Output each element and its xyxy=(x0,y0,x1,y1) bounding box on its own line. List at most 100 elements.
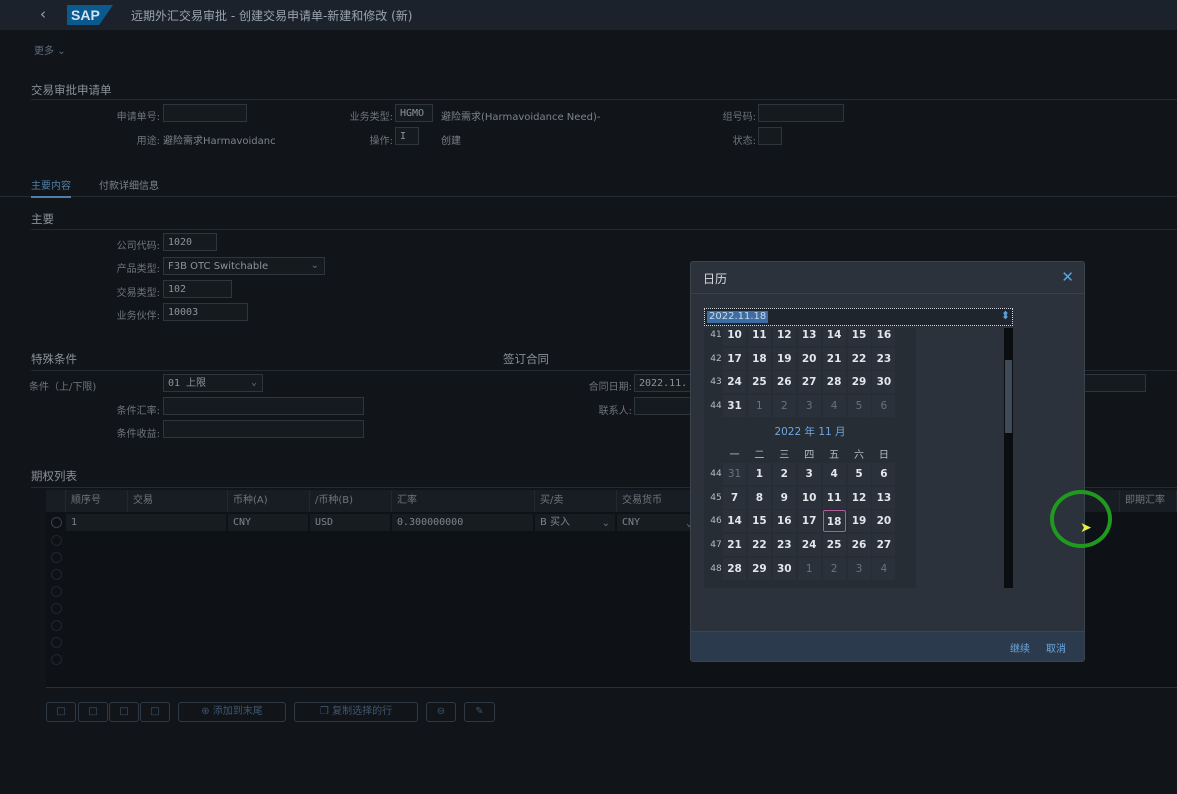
calendar-day[interactable]: 30 xyxy=(772,557,796,580)
calendar-day[interactable]: 2 xyxy=(772,463,796,485)
calendar-day[interactable]: 18 xyxy=(822,510,846,533)
calendar-day[interactable]: 11 xyxy=(747,328,771,346)
cond-rate-input[interactable] xyxy=(163,397,364,415)
calendar-day[interactable]: 2 xyxy=(772,395,796,418)
row-select-radio[interactable] xyxy=(51,603,62,614)
cancel-button[interactable]: 取消 xyxy=(1046,640,1066,655)
calendar-day[interactable]: 4 xyxy=(822,395,846,418)
calendar-day[interactable]: 3 xyxy=(847,557,871,580)
calendar-day[interactable]: 20 xyxy=(797,347,821,370)
more-menu[interactable]: 更多 ⌄ xyxy=(34,42,66,57)
product-select[interactable]: F3B OTC Switchable ⌄ xyxy=(163,257,325,275)
back-chevron-icon[interactable]: ‹ xyxy=(40,5,46,23)
calendar-day[interactable]: 29 xyxy=(747,557,771,580)
condition-select[interactable]: 01 上限 ⌄ xyxy=(163,374,263,392)
contract-date-input[interactable]: 2022.11. xyxy=(634,374,694,392)
calendar-scrollbar[interactable] xyxy=(1004,328,1013,588)
calendar-day[interactable]: 1 xyxy=(747,463,771,485)
calendar-day[interactable]: 3 xyxy=(797,463,821,485)
calendar-day[interactable]: 15 xyxy=(747,510,771,533)
cond-yield-input[interactable] xyxy=(163,420,364,438)
calendar-day[interactable]: 19 xyxy=(772,347,796,370)
calendar-day[interactable]: 28 xyxy=(723,557,746,580)
calendar-day[interactable]: 17 xyxy=(723,347,746,370)
calendar-day[interactable]: 4 xyxy=(822,463,846,485)
move-bottom-button[interactable]: □ xyxy=(140,702,170,722)
calendar-day[interactable]: 17 xyxy=(797,510,821,533)
calendar-day[interactable]: 25 xyxy=(822,534,846,557)
calendar-day[interactable]: 14 xyxy=(723,510,746,533)
calendar-day[interactable]: 3 xyxy=(797,395,821,418)
calendar-day[interactable]: 28 xyxy=(822,371,846,394)
calendar-day[interactable]: 7 xyxy=(723,486,746,509)
cell-rate[interactable]: 0.300000000 xyxy=(392,514,533,531)
cell-trade-ccy[interactable]: CNY ⌄ xyxy=(617,514,697,531)
group-no-input[interactable] xyxy=(758,104,844,122)
calendar-day[interactable]: 26 xyxy=(847,534,871,557)
calendar-day[interactable]: 6 xyxy=(872,463,896,485)
calendar-day[interactable]: 27 xyxy=(797,371,821,394)
row-select-radio[interactable] xyxy=(51,569,62,580)
calendar-day[interactable]: 16 xyxy=(772,510,796,533)
contact-input[interactable] xyxy=(634,397,694,415)
calendar-day[interactable]: 18 xyxy=(747,347,771,370)
close-icon[interactable]: ✕ xyxy=(1061,268,1074,286)
tab-payment-details[interactable]: 付款详细信息 xyxy=(99,177,159,192)
calendar-day[interactable]: 5 xyxy=(847,395,871,418)
row-select-radio[interactable] xyxy=(51,620,62,631)
calendar-day[interactable]: 25 xyxy=(747,371,771,394)
row-select-radio[interactable] xyxy=(51,586,62,597)
row-select-radio[interactable] xyxy=(51,517,62,528)
calendar-day[interactable]: 11 xyxy=(822,486,846,509)
insert-row-above-button[interactable]: □ xyxy=(46,702,76,722)
calendar-day[interactable]: 23 xyxy=(872,347,896,370)
calendar-day[interactable]: 13 xyxy=(797,328,821,346)
spinner-icon[interactable]: ⬍ xyxy=(1001,309,1010,322)
partner-input[interactable]: 10003 xyxy=(163,303,248,321)
calendar-day[interactable]: 31 xyxy=(723,463,746,485)
cell-ccy-b[interactable]: USD xyxy=(310,514,390,531)
calendar-day[interactable]: 10 xyxy=(797,486,821,509)
calendar-day[interactable]: 22 xyxy=(747,534,771,557)
calendar-day[interactable]: 29 xyxy=(847,371,871,394)
calendar-day[interactable]: 24 xyxy=(723,371,746,394)
scrollbar-thumb[interactable] xyxy=(1005,360,1012,433)
move-down-button[interactable]: □ xyxy=(109,702,139,722)
calendar-day[interactable]: 26 xyxy=(772,371,796,394)
company-input[interactable]: 1020 xyxy=(163,233,217,251)
edit-button[interactable]: ✎ xyxy=(464,702,495,722)
calendar-day[interactable]: 13 xyxy=(872,486,896,509)
biz-type-input[interactable]: HGMO xyxy=(395,104,433,122)
calendar-day[interactable]: 19 xyxy=(847,510,871,533)
cell-buy-sell[interactable]: B 买入 ⌄ xyxy=(535,514,615,531)
calendar-day[interactable]: 15 xyxy=(847,328,871,346)
calendar-day[interactable]: 22 xyxy=(847,347,871,370)
delete-row-button[interactable]: ⊖ xyxy=(426,702,456,722)
calendar-day[interactable]: 20 xyxy=(872,510,896,533)
trade-type-input[interactable]: 102 xyxy=(163,280,232,298)
calendar-day[interactable]: 8 xyxy=(747,486,771,509)
calendar-day[interactable]: 9 xyxy=(772,486,796,509)
calendar-day[interactable]: 10 xyxy=(723,328,746,346)
row-select-radio[interactable] xyxy=(51,535,62,546)
calendar-day[interactable]: 6 xyxy=(872,395,896,418)
calendar-day[interactable]: 4 xyxy=(872,557,896,580)
calendar-day[interactable]: 21 xyxy=(723,534,746,557)
calendar-day[interactable]: 16 xyxy=(872,328,896,346)
tab-main-content[interactable]: 主要内容 xyxy=(31,177,71,198)
row-select-radio[interactable] xyxy=(51,654,62,665)
calendar-day[interactable]: 23 xyxy=(772,534,796,557)
insert-row-button[interactable]: □ xyxy=(78,702,108,722)
row-select-radio[interactable] xyxy=(51,552,62,563)
copy-rows-button[interactable]: ❐ 复制选择的行 xyxy=(294,702,418,722)
date-input[interactable]: 2022.11.18 ⬍ xyxy=(704,308,1013,326)
calendar-day[interactable]: 1 xyxy=(797,557,821,580)
calendar-day[interactable]: 1 xyxy=(747,395,771,418)
calendar-day[interactable]: 24 xyxy=(797,534,821,557)
operation-input[interactable]: I xyxy=(395,127,419,145)
cell-ccy-a[interactable]: CNY xyxy=(228,514,308,531)
status-input[interactable] xyxy=(758,127,782,145)
calendar-day[interactable]: 12 xyxy=(847,486,871,509)
calendar-day[interactable]: 21 xyxy=(822,347,846,370)
calendar-day[interactable]: 5 xyxy=(847,463,871,485)
